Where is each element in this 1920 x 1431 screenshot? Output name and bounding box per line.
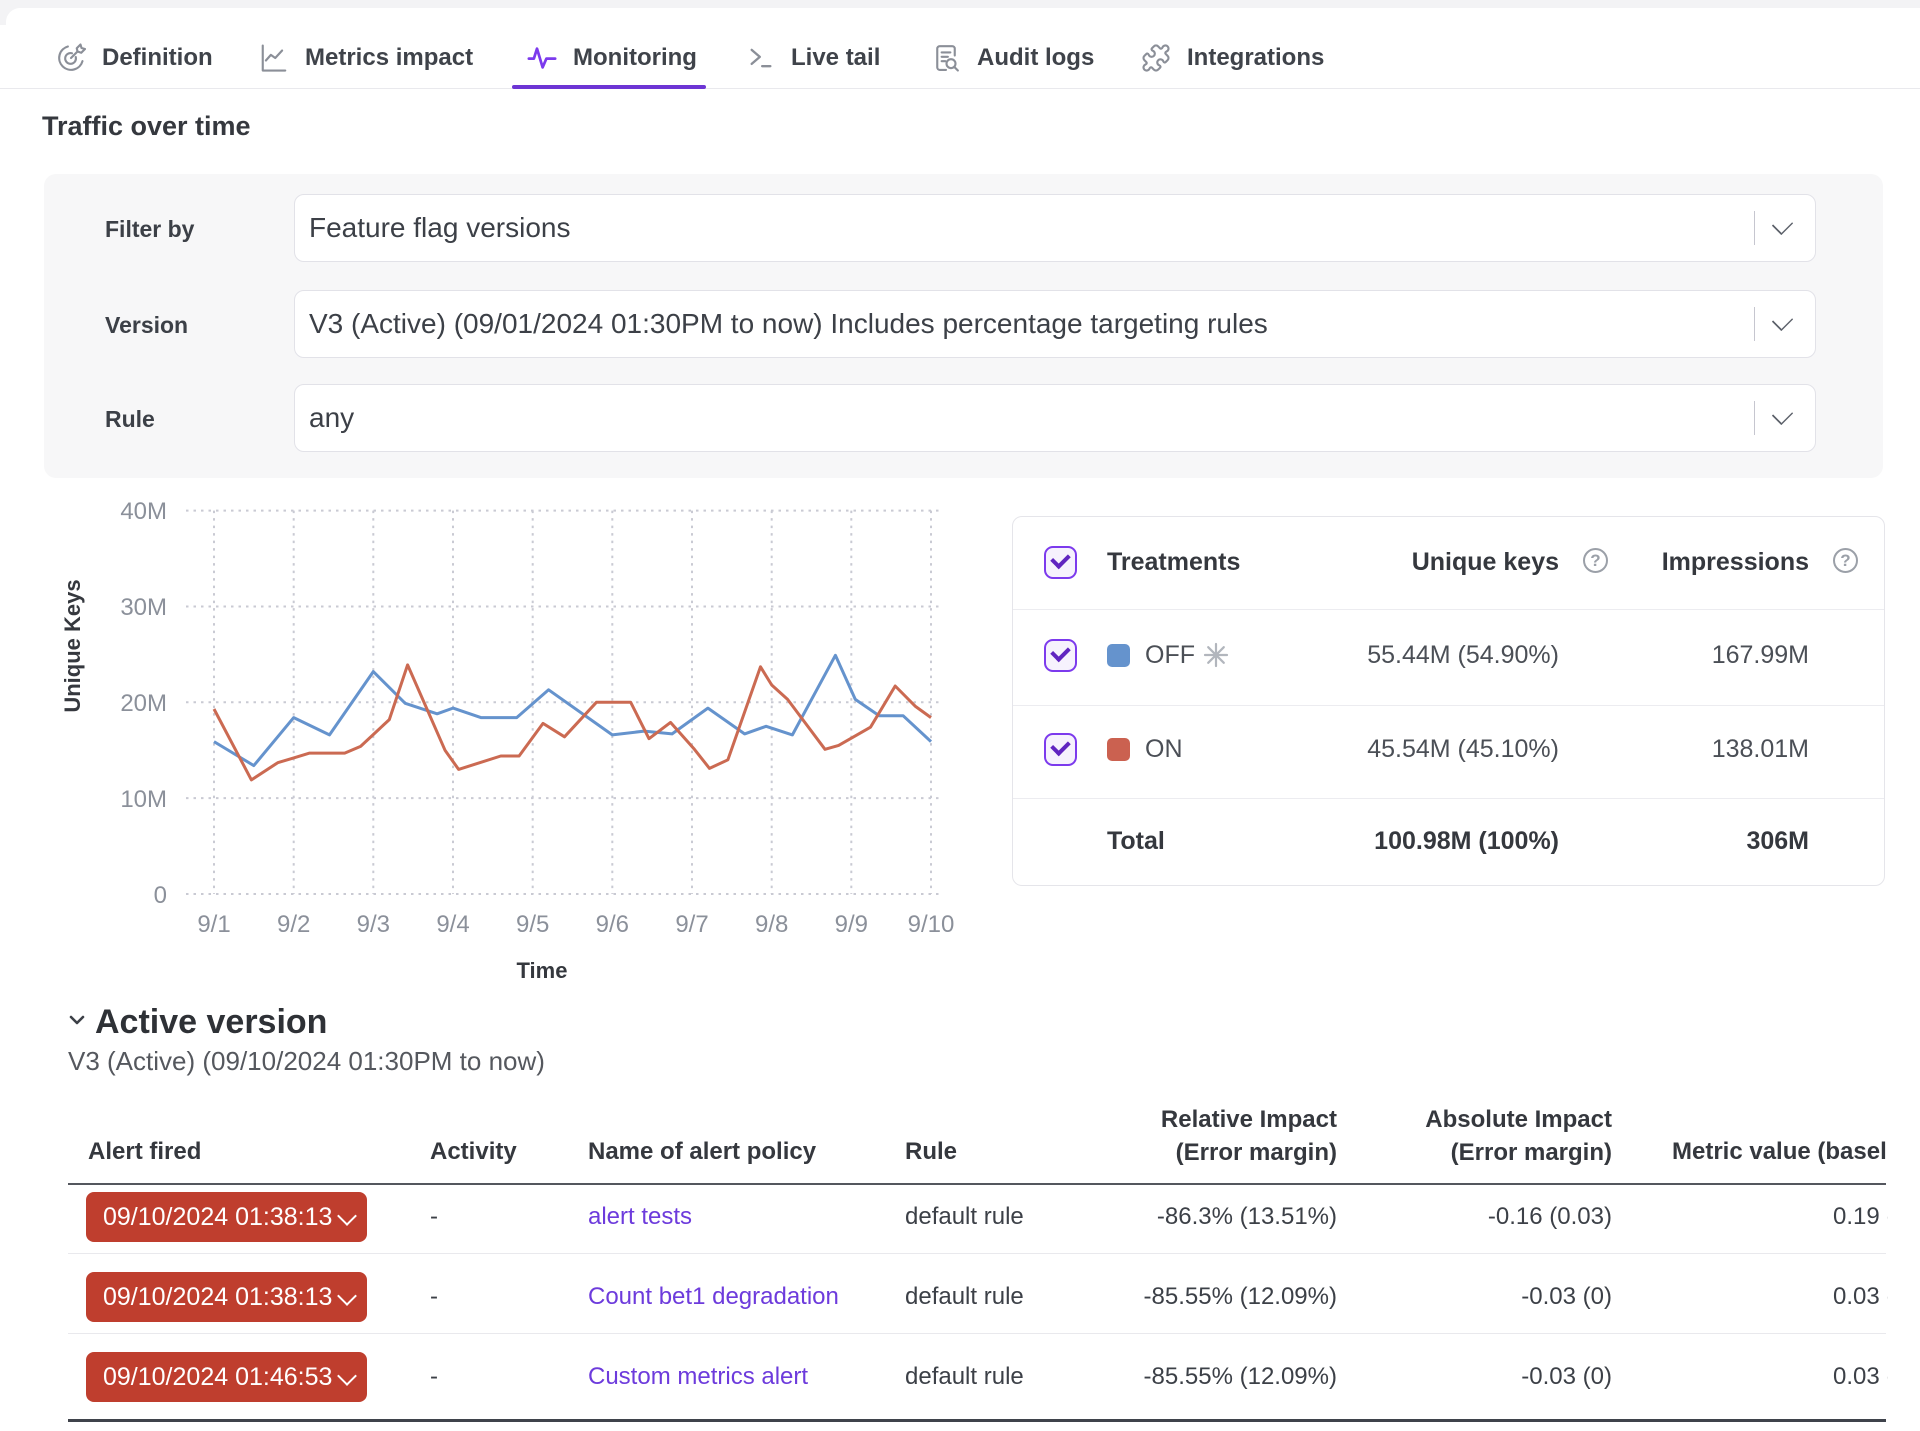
svg-text:10M: 10M (120, 786, 167, 813)
svg-text:Unique Keys: Unique Keys (60, 579, 85, 712)
svg-text:9/10: 9/10 (908, 911, 955, 938)
svg-text:9/3: 9/3 (357, 911, 390, 938)
svg-text:9/4: 9/4 (436, 911, 469, 938)
svg-text:30M: 30M (120, 594, 167, 621)
svg-text:9/2: 9/2 (277, 911, 310, 938)
svg-text:9/1: 9/1 (197, 911, 230, 938)
svg-text:20M: 20M (120, 690, 167, 717)
svg-text:0: 0 (154, 882, 167, 909)
svg-text:9/6: 9/6 (596, 911, 629, 938)
svg-text:Time: Time (517, 958, 568, 983)
svg-text:40M: 40M (120, 498, 167, 525)
svg-text:9/9: 9/9 (835, 911, 868, 938)
svg-text:9/5: 9/5 (516, 911, 549, 938)
svg-text:9/8: 9/8 (755, 911, 788, 938)
svg-text:9/7: 9/7 (675, 911, 708, 938)
